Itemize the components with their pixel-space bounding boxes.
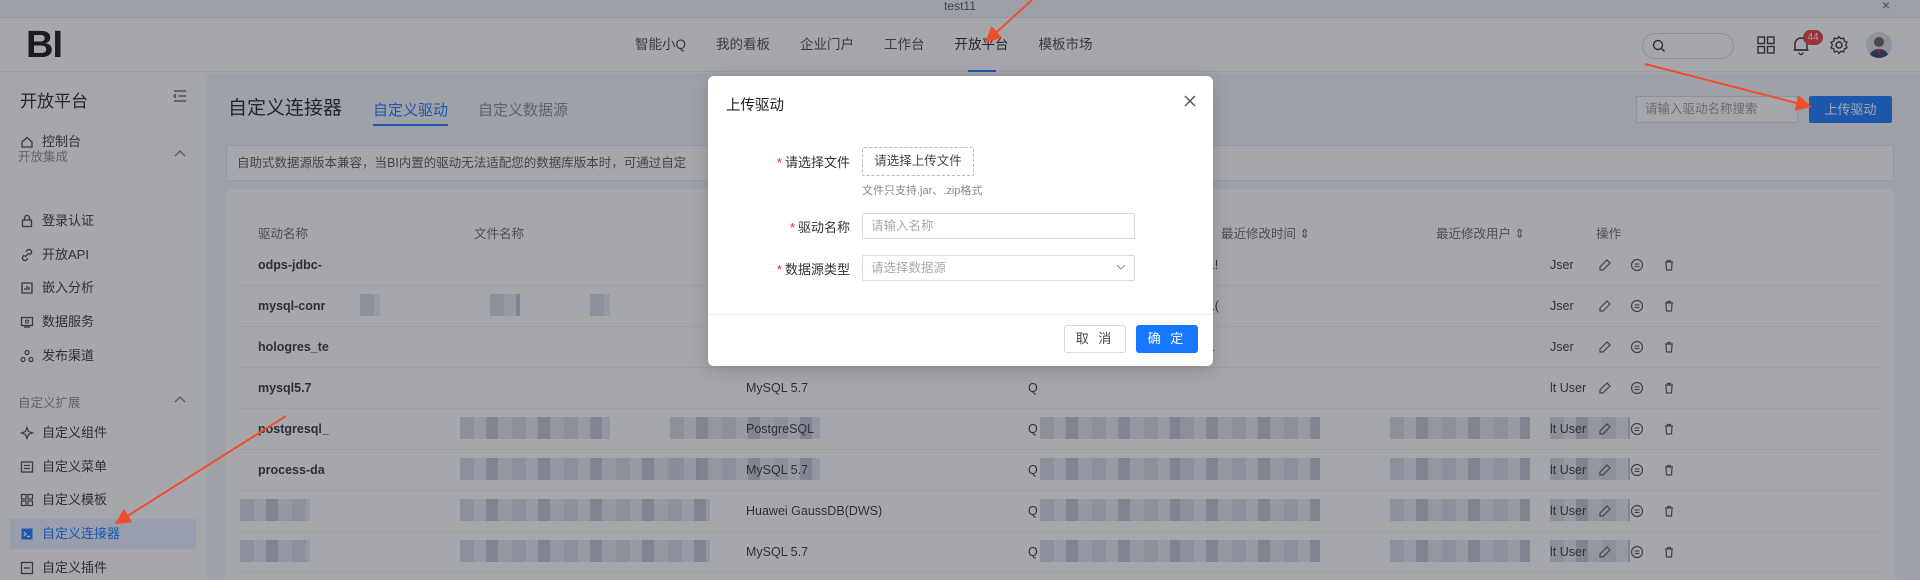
annotation-arrow-right [1644, 63, 1812, 111]
annotation-arrow-top [985, 0, 1033, 43]
annotation-arrow-left [114, 415, 287, 525]
annotation-arrows [114, 0, 1812, 525]
